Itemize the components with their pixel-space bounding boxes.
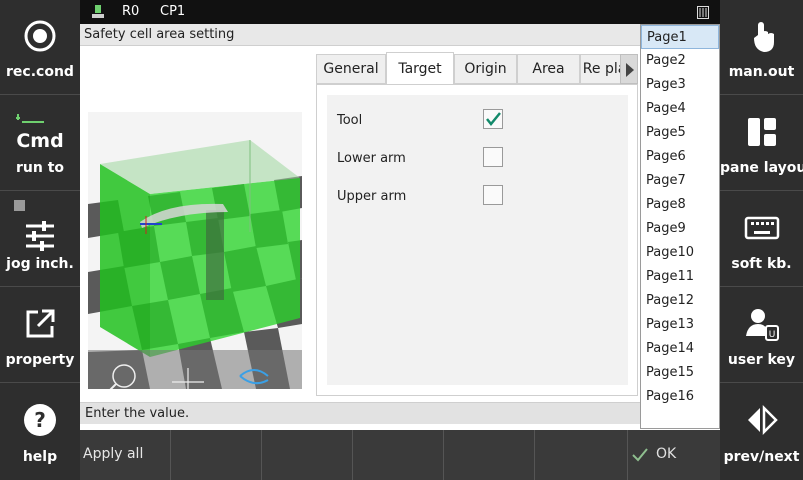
tab-area[interactable]: Area <box>517 54 580 84</box>
left-function-panel: rec.cond Cmd run to jog inch. property ?… <box>0 0 80 480</box>
lower-arm-checkbox[interactable] <box>483 147 503 167</box>
help-button[interactable]: ? help <box>0 384 80 479</box>
robot-indicator: R0 <box>122 4 140 19</box>
page-item[interactable]: Page2 <box>641 49 719 73</box>
apply-all-label: Apply all <box>83 446 144 462</box>
page-item[interactable]: Page6 <box>641 145 719 169</box>
bottom-function-bar: Apply all OK <box>80 430 720 480</box>
user-key-label: user key <box>727 352 796 368</box>
window-title: Safety cell area setting <box>80 24 720 46</box>
cmd-label: Cmd <box>16 130 64 152</box>
tab-origin[interactable]: Origin <box>454 54 517 84</box>
page-item[interactable]: Page4 <box>641 97 719 121</box>
tool-row: Tool <box>337 109 617 133</box>
sliders-icon <box>26 221 54 251</box>
man-out-button[interactable]: man.out <box>720 0 803 95</box>
page-item[interactable]: Page15 <box>641 361 719 385</box>
cell-3d-render <box>88 112 302 389</box>
help-label: help <box>22 449 58 465</box>
prev-next-button[interactable]: prev/next <box>720 384 803 479</box>
jog-inch-button[interactable]: jog inch. <box>0 192 80 287</box>
run-to-label: run to <box>15 160 65 176</box>
page-item[interactable]: Page11 <box>641 265 719 289</box>
tab-target[interactable]: Target <box>386 52 454 85</box>
prev-next-label: prev/next <box>723 449 800 465</box>
upper-arm-checkbox[interactable] <box>483 185 503 205</box>
page-item[interactable]: Page14 <box>641 337 719 361</box>
cmd-run-to-button[interactable]: Cmd run to <box>0 96 80 191</box>
check-icon <box>632 448 648 462</box>
checkmark-icon <box>486 112 501 126</box>
hand-pointer-icon <box>753 22 774 52</box>
tool-checkbox[interactable] <box>483 109 503 129</box>
user-key-icon: U <box>745 309 779 341</box>
target-options: Tool Lower arm Upper arm <box>327 95 628 385</box>
top-status-bar: R0 CP1 <box>80 0 720 24</box>
svg-text:?: ? <box>34 408 46 432</box>
tool-label: Tool <box>337 113 363 128</box>
page-item[interactable]: Page16 <box>641 385 719 409</box>
rec-cond-button[interactable]: rec.cond <box>0 0 80 95</box>
status-message: Enter the value. <box>80 402 720 424</box>
page-item[interactable]: Page8 <box>641 193 719 217</box>
f5-button[interactable] <box>444 430 535 480</box>
prev-next-icon <box>747 404 778 436</box>
page-item[interactable]: Page9 <box>641 217 719 241</box>
f6-button[interactable] <box>535 430 628 480</box>
lower-arm-label: Lower arm <box>337 151 406 166</box>
page-item[interactable]: Page10 <box>641 241 719 265</box>
f2-button[interactable] <box>171 430 262 480</box>
tab-bar: General Target Origin Area Re plan <box>316 52 638 85</box>
keyboard-icon <box>744 216 779 240</box>
f4-button[interactable] <box>353 430 444 480</box>
page-item[interactable]: Page12 <box>641 289 719 313</box>
page-item[interactable]: Page1 <box>641 25 719 49</box>
man-out-label: man.out <box>728 64 795 80</box>
battery-icon <box>697 6 709 19</box>
lower-arm-row: Lower arm <box>337 147 617 171</box>
right-function-panel: man.out pane layout soft kb. <box>720 0 803 480</box>
program-indicator: CP1 <box>160 4 186 19</box>
jog-indicator <box>14 200 25 211</box>
svg-text:U: U <box>768 330 775 340</box>
jog-inch-label: jog inch. <box>6 256 74 272</box>
tab-scroll-right[interactable] <box>620 54 638 84</box>
record-circle-icon <box>24 20 56 52</box>
property-label: property <box>5 352 75 368</box>
pane-layout-label: pane layout <box>720 160 803 176</box>
page-list: Page1 Page2 Page3 Page4 Page5 Page6 Page… <box>640 24 720 429</box>
pane-layout-button[interactable]: pane layout <box>720 96 803 191</box>
step-down-icon <box>16 114 44 123</box>
robot-pendant-screen: rec.cond Cmd run to jog inch. property ?… <box>0 0 803 480</box>
help-icon: ? <box>24 404 56 436</box>
open-external-icon <box>26 309 55 338</box>
tab-general[interactable]: General <box>316 54 386 84</box>
user-key-button[interactable]: U user key <box>720 288 803 383</box>
safety-cell-window: Safety cell area setting General Target … <box>80 24 720 430</box>
upper-arm-label: Upper arm <box>337 189 407 204</box>
page-item[interactable]: Page5 <box>641 121 719 145</box>
page-item[interactable]: Page7 <box>641 169 719 193</box>
apply-all-button[interactable]: Apply all <box>80 430 171 480</box>
target-panel: Tool Lower arm Upper arm <box>316 84 638 396</box>
soft-kb-label: soft kb. <box>731 256 792 272</box>
soft-kb-button[interactable]: soft kb. <box>720 192 803 287</box>
upper-arm-row: Upper arm <box>337 185 617 209</box>
rec-cond-label: rec.cond <box>6 64 74 80</box>
f3-button[interactable] <box>262 430 353 480</box>
storage-icon <box>92 5 104 18</box>
chevron-right-icon <box>626 63 634 77</box>
property-button[interactable]: property <box>0 288 80 383</box>
pane-layout-icon <box>747 118 776 146</box>
page-item[interactable]: Page3 <box>641 73 719 97</box>
page-item[interactable]: Page13 <box>641 313 719 337</box>
ok-button[interactable]: OK <box>628 430 720 480</box>
cell-3d-view[interactable] <box>88 112 302 389</box>
ok-label: OK <box>656 446 677 462</box>
